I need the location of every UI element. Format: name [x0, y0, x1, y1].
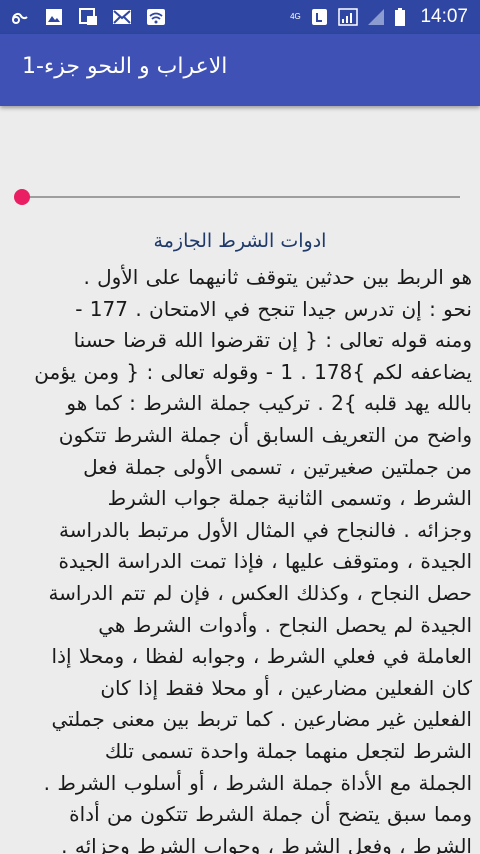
status-right-icons: 4G 14:07: [288, 0, 468, 34]
notification-icon: [12, 12, 28, 24]
network-type: 4G: [290, 12, 301, 21]
app-title: الاعراب و النحو جزء-1: [22, 54, 228, 79]
document-line: الشرط ، وفعل الشرط ، وجواب الشرط وجزائه …: [61, 833, 472, 854]
image-icon: [46, 9, 62, 25]
content-area: ادوات الشرط الجازمة هو الربط بين حدثين ي…: [0, 106, 480, 854]
audio-seekbar[interactable]: [14, 186, 460, 208]
document-line: الجملة مع الأداة جملة الشرط ، أو أسلوب ا…: [43, 770, 472, 795]
signal-icon: [338, 8, 359, 26]
document-body: هو الربط بين حدثين يتوقف ثانيهما على الأ…: [8, 262, 472, 854]
status-left-icons: [10, 6, 166, 28]
document-line: ومنه قوله تعالى : { إن تقرضوا الله قرضا …: [73, 328, 472, 353]
document-line: الجيدة لم يحصل النجاح . وأدوات الشرط هي: [98, 612, 472, 637]
document-line: العاملة في فعلي الشرط ، وجوابه لفظا ، وم…: [51, 644, 472, 669]
document-line: كان الفعلين مضارعين ، أو محلا فقط إذا كا…: [100, 675, 472, 700]
seekbar-thumb[interactable]: [14, 189, 30, 205]
app-bar: الاعراب و النحو جزء-1: [0, 34, 480, 106]
battery-icon: [395, 8, 406, 26]
document-line: حصل النجاح ، وكذلك العكس ، فإن لم تتم ال…: [48, 580, 472, 605]
wifi-icon: [147, 9, 165, 25]
document-line: الشرط ، وتسمى الثانية جملة جواب الشرط: [107, 486, 472, 511]
document-line: يضاعفه لكم }178 . 1 - وقوله تعالى : { وم…: [34, 359, 472, 384]
document-line: بالله يهد قلبه }2 . تركيب جملة الشرط : ك…: [66, 391, 472, 416]
document-line: وجزائه . فالنجاح في المثال الأول مرتبط ب…: [59, 517, 472, 542]
mail-icon: [113, 10, 131, 24]
document-line: واضح من التعريف السابق أن جملة الشرط تتك…: [58, 422, 472, 447]
screenshot-icon: [79, 8, 97, 25]
signal-empty-icon: [368, 9, 385, 25]
document-line: الشرط لتجعل منهما جملة واحدة تسمى تلك: [104, 738, 472, 763]
document-line: هو الربط بين حدثين يتوقف ثانيهما على الأ…: [83, 265, 472, 289]
document-line: من جملتين صغيرتين ، تسمى الأولى جملة فعل: [83, 454, 472, 479]
nfc-icon: [312, 9, 328, 25]
document-line: نحو : إن تدرس جيدا تنجح في الامتحان . 17…: [75, 296, 472, 321]
status-bar: 4G 14:07: [0, 0, 480, 34]
document-title: ادوات الشرط الجازمة: [153, 230, 327, 252]
status-time: 14:07: [420, 6, 468, 27]
document-line: الفعلين غير مضارعين . كما تربط بين معنى …: [51, 707, 472, 732]
document-line: ومما سبق يتضح أن جملة الشرط تتكون من أدا…: [69, 802, 472, 827]
seekbar-track[interactable]: [20, 196, 460, 198]
document-line: الجيدة ، ومتوقف عليها ، فإذا تمت الدراسة…: [58, 549, 472, 574]
